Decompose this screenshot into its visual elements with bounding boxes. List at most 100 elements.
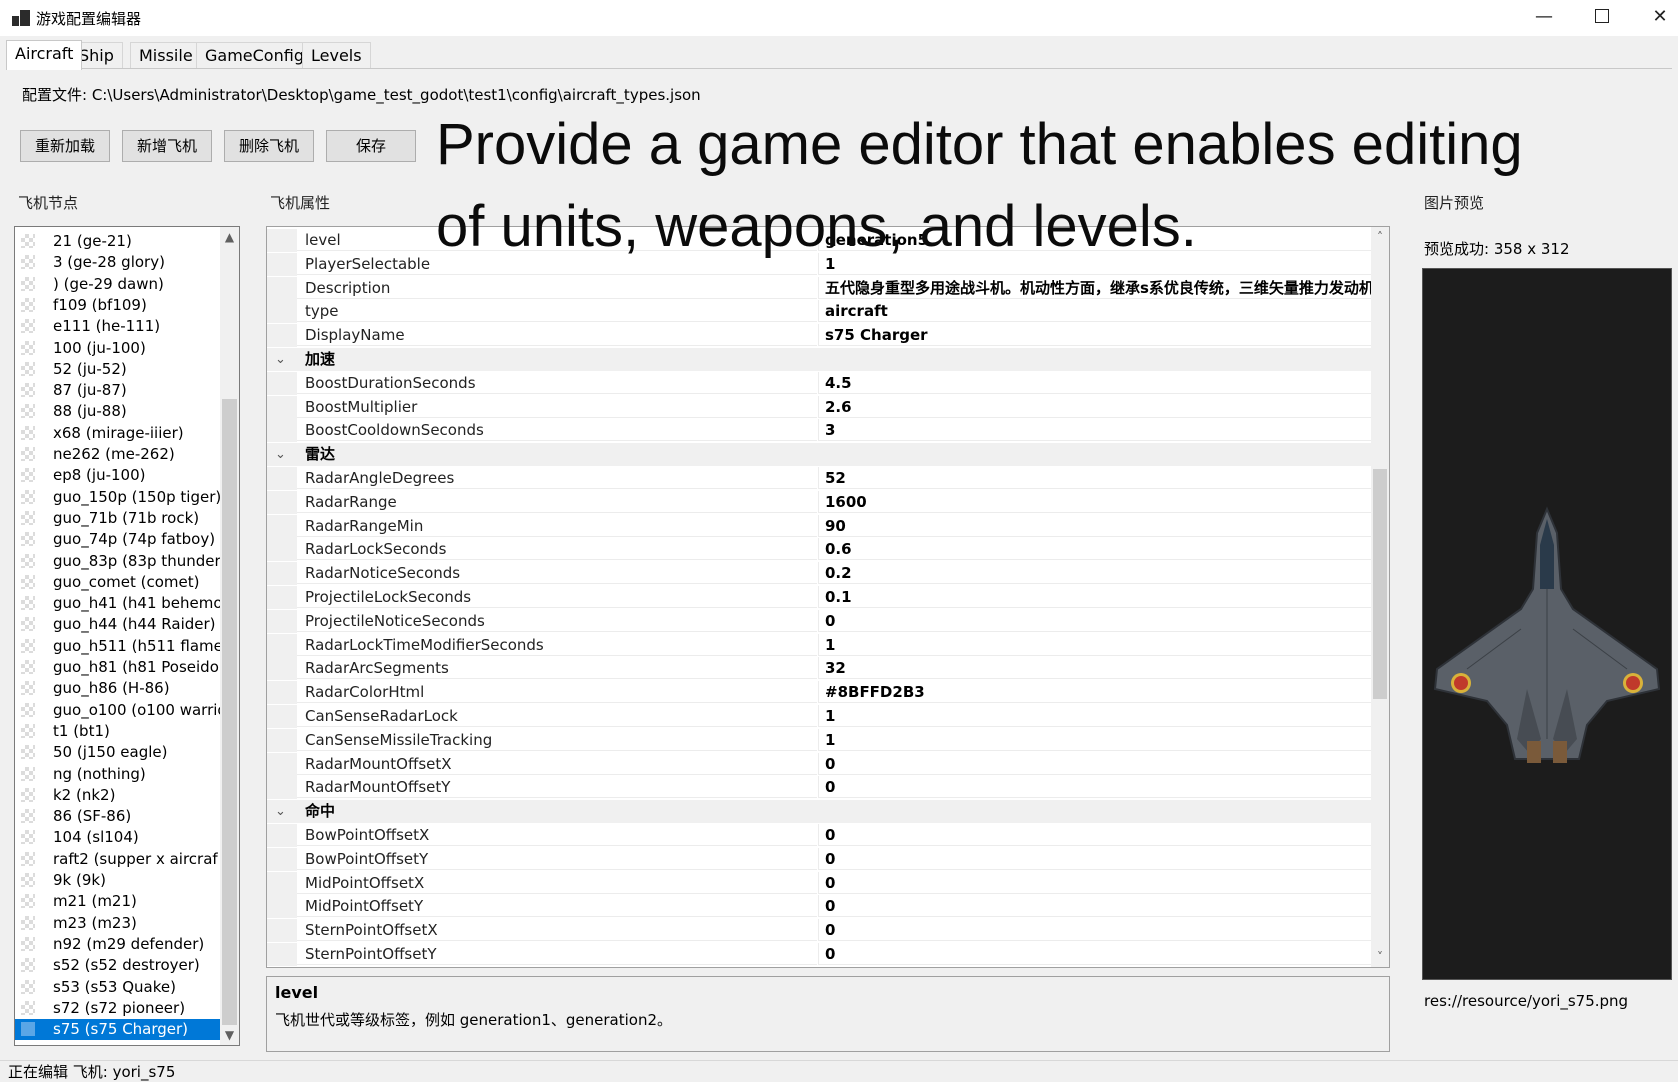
- tree-node[interactable]: 87 (ju-87): [15, 380, 220, 401]
- property-row[interactable]: type aircraft: [267, 300, 1371, 324]
- tree-node[interactable]: k2 (nk2): [15, 785, 220, 806]
- delete-aircraft-button[interactable]: 删除飞机: [224, 130, 314, 162]
- property-row[interactable]: ProjectileNoticeSeconds 0: [267, 609, 1371, 633]
- property-value[interactable]: 32: [818, 657, 1371, 680]
- property-value[interactable]: 五代隐身重型多用途战斗机。机动性方面，继承s系优良传统，三维矢量推力发动机: [818, 276, 1371, 299]
- tree-node[interactable]: guo_h86 (H-86): [15, 678, 220, 699]
- tree-node[interactable]: 104 (sl104): [15, 827, 220, 848]
- property-value[interactable]: 1600: [818, 490, 1371, 513]
- property-row[interactable]: RadarRange 1600: [267, 490, 1371, 514]
- tree-node[interactable]: ) (ge-29 dawn): [15, 274, 220, 295]
- tree-node[interactable]: guo_h41 (h41 behemo: [15, 593, 220, 614]
- property-value[interactable]: 0: [818, 895, 1371, 918]
- property-value[interactable]: 1: [818, 705, 1371, 727]
- tree-node[interactable]: ng (nothing): [15, 764, 220, 785]
- grid-scroll-up-icon[interactable]: ˄: [1371, 227, 1389, 247]
- tree-node[interactable]: ne262 (me-262): [15, 444, 220, 465]
- close-button[interactable]: ✕: [1632, 2, 1678, 32]
- tree-node[interactable]: guo_comet (comet): [15, 572, 220, 593]
- maximize-button[interactable]: [1574, 2, 1630, 32]
- tab-missile[interactable]: Missile: [130, 42, 202, 68]
- property-value[interactable]: 0: [818, 943, 1371, 965]
- tree-scroll-thumb[interactable]: [222, 399, 237, 1025]
- property-row[interactable]: SternPointOffsetX 0: [267, 919, 1371, 943]
- tree-node[interactable]: ep8 (ju-100): [15, 465, 220, 486]
- property-row[interactable]: CanSenseMissileTracking 1: [267, 728, 1371, 752]
- property-row[interactable]: RadarColorHtml #8BFFD2B3: [267, 681, 1371, 705]
- tree-node[interactable]: 21 (ge-21): [15, 231, 220, 252]
- property-value[interactable]: 0: [818, 871, 1371, 894]
- tree-node[interactable]: s75 (s75 Charger): [15, 1019, 220, 1041]
- property-value[interactable]: 0.6: [818, 538, 1371, 561]
- tree-node[interactable]: n92 (m29 defender): [15, 934, 220, 955]
- property-row[interactable]: BowPointOffsetY 0: [267, 847, 1371, 871]
- property-row[interactable]: BoostDurationSeconds 4.5: [267, 371, 1371, 395]
- tab-gameconfig[interactable]: GameConfig: [196, 42, 313, 68]
- grid-scroll-thumb[interactable]: [1373, 469, 1387, 699]
- property-value[interactable]: 90: [818, 514, 1371, 537]
- tree-node[interactable]: s53 (s53 Quake): [15, 977, 220, 998]
- chevron-down-icon[interactable]: ⌄: [275, 443, 286, 466]
- property-row[interactable]: RadarMountOffsetY 0: [267, 776, 1371, 800]
- scroll-up-icon[interactable]: ▲: [220, 227, 239, 247]
- property-row[interactable]: RadarArcSegments 32: [267, 657, 1371, 681]
- property-row[interactable]: RadarMountOffsetX 0: [267, 752, 1371, 776]
- property-row[interactable]: BowPointOffsetX 0: [267, 824, 1371, 847]
- property-value[interactable]: 1: [818, 252, 1371, 275]
- tree-node[interactable]: 3 (ge-28 glory): [15, 252, 220, 273]
- tree-node[interactable]: x68 (mirage-iiier): [15, 423, 220, 444]
- property-value[interactable]: 1: [818, 728, 1371, 751]
- tree-node[interactable]: f109 (bf109): [15, 295, 220, 316]
- property-value[interactable]: 0.2: [818, 562, 1371, 585]
- tree-node[interactable]: guo_150p (150p tiger): [15, 487, 220, 508]
- tree-node[interactable]: 52 (ju-52): [15, 359, 220, 380]
- save-button[interactable]: 保存: [326, 130, 416, 162]
- tab-levels[interactable]: Levels: [302, 42, 371, 68]
- tree-node[interactable]: 88 (ju-88): [15, 401, 220, 422]
- property-grid[interactable]: level generation5 PlayerSelectable 1 Descrip…: [266, 226, 1390, 968]
- property-value[interactable]: 0: [818, 824, 1371, 846]
- property-category[interactable]: ⌄ 雷达: [267, 443, 1371, 467]
- property-value[interactable]: 4.5: [818, 371, 1371, 394]
- property-value[interactable]: 0.1: [818, 586, 1371, 608]
- property-value[interactable]: 2.6: [818, 395, 1371, 418]
- tree-node[interactable]: 50 (j150 eagle): [15, 742, 220, 763]
- property-value[interactable]: 3: [818, 419, 1371, 442]
- property-value[interactable]: aircraft: [818, 300, 1371, 323]
- property-row[interactable]: RadarRangeMin 90: [267, 514, 1371, 538]
- tree-node[interactable]: raft2 (supper x aircraf: [15, 849, 220, 870]
- tree-node[interactable]: m21 (m21): [15, 891, 220, 912]
- property-row[interactable]: BoostCooldownSeconds 3: [267, 419, 1371, 443]
- property-row[interactable]: PlayerSelectable 1: [267, 252, 1371, 276]
- property-value[interactable]: 52: [818, 467, 1371, 489]
- grid-scrollbar[interactable]: ˄ ˅: [1371, 227, 1389, 967]
- property-row[interactable]: MidPointOffsetX 0: [267, 871, 1371, 895]
- property-row[interactable]: level generation5: [267, 229, 1371, 252]
- tree-node[interactable]: 86 (SF-86): [15, 806, 220, 827]
- tree-node[interactable]: guo_74p (74p fatboy): [15, 529, 220, 550]
- reload-button[interactable]: 重新加载: [20, 130, 110, 162]
- add-aircraft-button[interactable]: 新增飞机: [122, 130, 212, 162]
- chevron-down-icon[interactable]: ⌄: [275, 800, 286, 823]
- property-row[interactable]: ProjectileLockSeconds 0.1: [267, 586, 1371, 609]
- property-value[interactable]: 1: [818, 633, 1371, 656]
- property-row[interactable]: CanSenseRadarLock 1: [267, 705, 1371, 728]
- property-value[interactable]: 0: [818, 752, 1371, 775]
- tree-scrollbar[interactable]: ▲ ▼: [220, 227, 239, 1045]
- property-row[interactable]: BoostMultiplier 2.6: [267, 395, 1371, 419]
- grid-scroll-down-icon[interactable]: ˅: [1371, 947, 1389, 967]
- tree-node[interactable]: guo_83p (83p thunder: [15, 551, 220, 572]
- tree-node[interactable]: guo_h44 (h44 Raider): [15, 614, 220, 635]
- tab-aircraft[interactable]: Aircraft: [6, 40, 83, 70]
- property-row[interactable]: RadarLockSeconds 0.6: [267, 538, 1371, 562]
- property-value[interactable]: s75 Charger: [818, 324, 1371, 347]
- tree-node[interactable]: 9k (9k): [15, 870, 220, 891]
- property-value[interactable]: 0: [818, 847, 1371, 870]
- tree-node[interactable]: t1 (bt1): [15, 721, 220, 742]
- tree-node[interactable]: s72 (s72 pioneer): [15, 998, 220, 1019]
- property-row[interactable]: SternPointOffsetY 0: [267, 943, 1371, 966]
- tree-node[interactable]: m23 (m23): [15, 913, 220, 934]
- minimize-button[interactable]: —: [1516, 2, 1572, 32]
- tree-node[interactable]: guo_o100 (o100 warrio: [15, 700, 220, 721]
- tree-node[interactable]: guo_h81 (h81 Poseido: [15, 657, 220, 678]
